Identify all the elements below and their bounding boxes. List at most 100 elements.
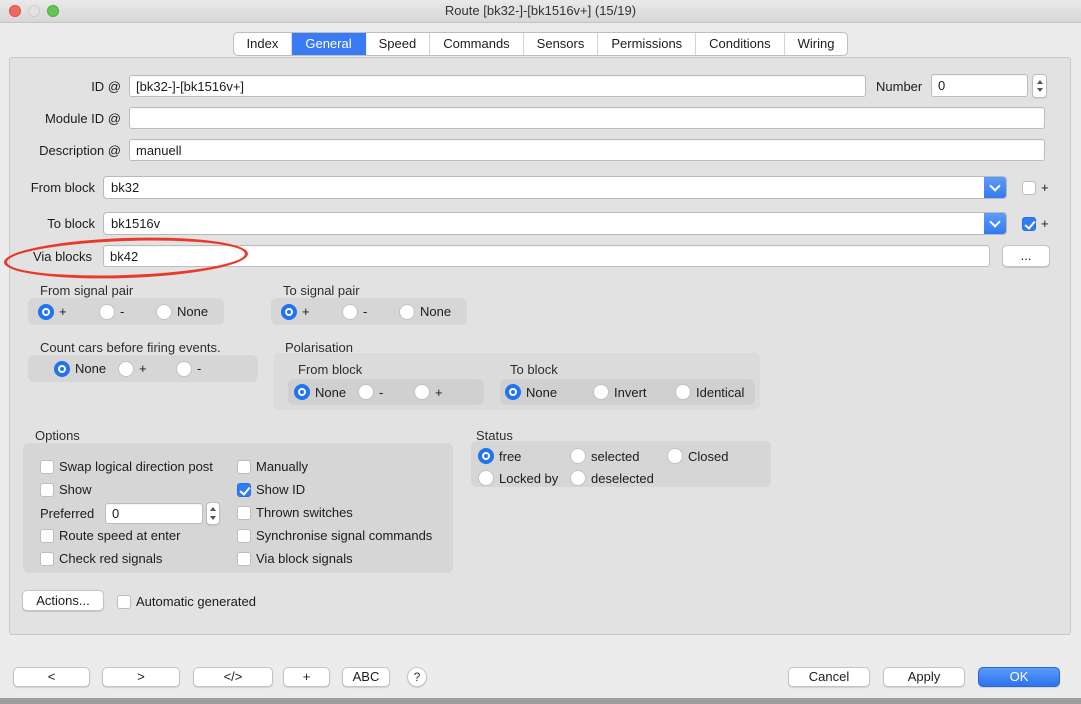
radio-status-locked-by[interactable]: Locked by xyxy=(478,470,558,486)
polarisation-from-title: From block xyxy=(298,362,362,377)
radio xyxy=(570,470,586,486)
count-cars-group: None + - xyxy=(28,355,258,382)
checkbox-swap-logical-direction[interactable]: Swap logical direction post xyxy=(40,459,213,474)
polarisation-to-title: To block xyxy=(510,362,558,377)
id-input[interactable] xyxy=(129,75,866,97)
from-block-combobox[interactable]: bk32 xyxy=(103,176,1007,199)
radio-polar-to-invert[interactable]: Invert xyxy=(593,384,675,400)
radio-selected xyxy=(294,384,310,400)
checkbox-thrown-switches[interactable]: Thrown switches xyxy=(237,505,353,520)
radio-status-free[interactable]: free xyxy=(478,448,521,464)
to-block-label: To block xyxy=(0,216,95,232)
ok-button[interactable]: OK xyxy=(978,667,1060,687)
checkbox xyxy=(237,552,251,566)
radio xyxy=(667,448,683,464)
checkbox-label: Synchronise signal commands xyxy=(256,528,432,543)
tab-index[interactable]: Index xyxy=(234,33,293,55)
help-button[interactable]: ? xyxy=(407,667,427,687)
code-button[interactable]: </> xyxy=(193,667,273,687)
window-bottom-edge xyxy=(0,698,1081,704)
radio-label: + xyxy=(139,361,147,376)
radio-label: Closed xyxy=(688,449,728,464)
radio-polar-from-none[interactable]: None xyxy=(294,384,358,400)
tab-sensors[interactable]: Sensors xyxy=(524,33,599,55)
cancel-button[interactable]: Cancel xyxy=(788,667,870,687)
radio xyxy=(570,448,586,464)
radio-count-minus[interactable]: - xyxy=(176,361,201,377)
chevron-down-icon[interactable] xyxy=(984,177,1006,198)
radio-selected xyxy=(505,384,521,400)
checkbox-via-block-signals[interactable]: Via block signals xyxy=(237,551,353,566)
checkbox-manually[interactable]: Manually xyxy=(237,459,308,474)
module-id-input[interactable] xyxy=(129,107,1045,129)
radio-from-signal-none[interactable]: None xyxy=(156,304,208,320)
next-button[interactable]: > xyxy=(102,667,180,687)
number-input[interactable] xyxy=(931,74,1028,97)
preferred-stepper[interactable] xyxy=(206,502,220,525)
radio xyxy=(118,361,134,377)
radio-polar-to-none[interactable]: None xyxy=(505,384,593,400)
radio-to-signal-minus[interactable]: - xyxy=(342,304,399,320)
tab-speed[interactable]: Speed xyxy=(366,33,431,55)
checkbox-synchronise-signal-commands[interactable]: Synchronise signal commands xyxy=(237,528,432,543)
checkbox-automatic-generated[interactable]: Automatic generated xyxy=(117,594,256,609)
prev-button[interactable]: < xyxy=(13,667,90,687)
options-title: Options xyxy=(35,428,80,443)
radio-status-deselected[interactable]: deselected xyxy=(570,470,654,486)
radio-label: - xyxy=(379,385,383,400)
radio-to-signal-none[interactable]: None xyxy=(399,304,451,320)
to-signal-pair-title: To signal pair xyxy=(283,283,360,298)
tab-wiring[interactable]: Wiring xyxy=(785,33,848,55)
checkbox-route-speed-at-enter[interactable]: Route speed at enter xyxy=(40,528,180,543)
number-stepper[interactable] xyxy=(1032,74,1047,98)
radio xyxy=(414,384,430,400)
to-block-plus-checkbox[interactable]: + xyxy=(1022,216,1049,231)
radio-selected xyxy=(38,304,54,320)
from-signal-pair-group: + - None xyxy=(28,298,224,325)
apply-button[interactable]: Apply xyxy=(883,667,965,687)
checkbox-label: Thrown switches xyxy=(256,505,353,520)
tab-commands[interactable]: Commands xyxy=(430,33,523,55)
plus-label: + xyxy=(1041,216,1049,231)
via-blocks-browse-button[interactable]: ... xyxy=(1002,245,1050,267)
abc-button[interactable]: ABC xyxy=(342,667,390,687)
tab-permissions[interactable]: Permissions xyxy=(598,33,696,55)
tab-general[interactable]: General xyxy=(292,33,365,55)
via-blocks-input[interactable] xyxy=(103,245,990,267)
checkbox-show[interactable]: Show xyxy=(40,482,92,497)
polarisation-from-group: None - + xyxy=(288,379,484,405)
tab-conditions[interactable]: Conditions xyxy=(696,33,784,55)
actions-button[interactable]: Actions... xyxy=(22,590,104,611)
description-input[interactable] xyxy=(129,139,1045,161)
radio-count-plus[interactable]: + xyxy=(118,361,176,377)
radio-from-signal-plus[interactable]: + xyxy=(38,304,99,320)
radio-label: - xyxy=(197,361,201,376)
radio-from-signal-minus[interactable]: - xyxy=(99,304,156,320)
checkbox-label: Show xyxy=(59,482,92,497)
from-block-plus-checkbox[interactable]: + xyxy=(1022,180,1049,195)
radio-status-closed[interactable]: Closed xyxy=(667,448,728,464)
checkbox xyxy=(40,483,54,497)
checkbox xyxy=(1022,181,1036,195)
window-title: Route [bk32-]-[bk1516v+] (15/19) xyxy=(0,0,1081,22)
radio-polar-from-minus[interactable]: - xyxy=(358,384,414,400)
radio-selected xyxy=(281,304,297,320)
preferred-input[interactable] xyxy=(105,503,203,524)
chevron-down-icon[interactable] xyxy=(984,213,1006,234)
radio-status-selected[interactable]: selected xyxy=(570,448,639,464)
radio-selected xyxy=(478,448,494,464)
radio-label: None xyxy=(177,304,208,319)
from-block-value: bk32 xyxy=(111,177,139,198)
checkbox-check-red-signals[interactable]: Check red signals xyxy=(40,551,162,566)
radio-polar-from-plus[interactable]: + xyxy=(414,384,443,400)
to-block-combobox[interactable]: bk1516v xyxy=(103,212,1007,235)
checkbox-show-id[interactable]: Show ID xyxy=(237,482,305,497)
add-button[interactable]: + xyxy=(283,667,330,687)
stepper-down-icon xyxy=(210,516,216,520)
radio-count-none[interactable]: None xyxy=(54,361,118,377)
radio-to-signal-plus[interactable]: + xyxy=(281,304,342,320)
radio-polar-to-identical[interactable]: Identical xyxy=(675,384,744,400)
tab-bar: Index General Speed Commands Sensors Per… xyxy=(233,32,849,56)
checkbox-checked xyxy=(1022,217,1036,231)
preferred-label: Preferred xyxy=(40,506,94,522)
